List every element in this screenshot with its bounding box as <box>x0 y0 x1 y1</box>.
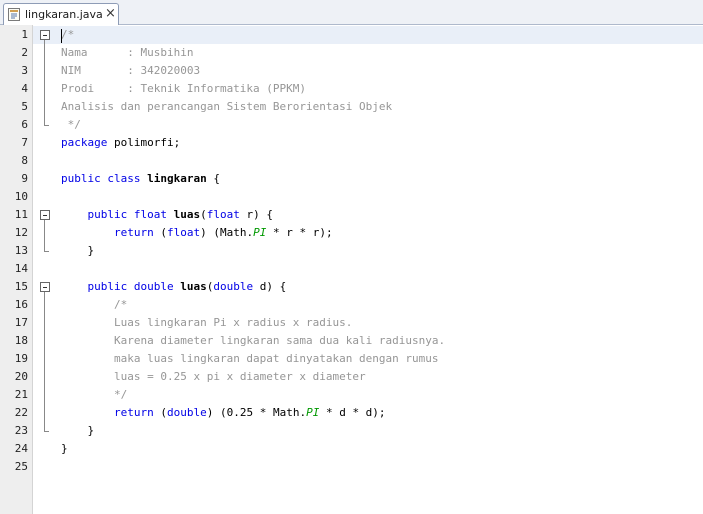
tab-filename: lingkaran.java <box>25 8 103 21</box>
fold-end-marker <box>44 431 49 432</box>
tab-lingkaran-java[interactable]: lingkaran.java × <box>3 3 119 25</box>
code-text: */ <box>113 388 128 401</box>
code-text: } <box>61 442 68 455</box>
line-number: 24 <box>14 442 28 455</box>
code-line[interactable]: 6 */ <box>21 116 703 134</box>
code-text: maka luas lingkaran dapat dinyatakan den… <box>113 352 439 365</box>
fold-guide-line <box>44 220 45 251</box>
line-number: 15 <box>14 280 28 293</box>
code-text: Luas lingkaran Pi x radius x radius. <box>113 316 353 329</box>
code-line[interactable]: 23 } <box>15 422 703 440</box>
code-line[interactable]: 14 <box>15 260 703 278</box>
line-number: 23 <box>14 424 28 437</box>
line-number: 16 <box>14 298 28 311</box>
code-line[interactable]: 24} <box>15 440 703 458</box>
line-number: 21 <box>14 388 28 401</box>
code-text: return (float) (Math.PI * r * r); <box>113 226 333 239</box>
line-number: 7 <box>21 136 28 149</box>
close-icon[interactable]: × <box>105 6 116 21</box>
code-text: package polimorfi; <box>61 136 181 149</box>
code-line[interactable]: 11 public float luas(float r) { <box>15 206 703 224</box>
code-line[interactable]: 15 public double luas(double d) { <box>15 278 703 296</box>
line-number: 25 <box>14 460 28 473</box>
line-number: 6 <box>21 118 28 131</box>
editor-tab-bar: lingkaran.java × <box>0 0 703 25</box>
code-text: return (double) (0.25 * Math.PI * d * d)… <box>113 406 386 419</box>
code-text: luas = 0.25 x pi x diameter x diameter <box>113 370 366 383</box>
fold-end-marker <box>44 251 49 252</box>
code-text: public double luas(double d) { <box>87 280 287 293</box>
line-number: 14 <box>14 262 28 275</box>
java-file-icon <box>8 8 20 21</box>
line-number: 18 <box>14 334 28 347</box>
code-line[interactable]: 20 luas = 0.25 x pi x diameter x diamete… <box>15 368 703 386</box>
text-caret <box>61 29 62 43</box>
code-line[interactable]: 18 Karena diameter lingkaran sama dua ka… <box>15 332 703 350</box>
code-line[interactable]: 10 <box>15 188 703 206</box>
line-number: 8 <box>21 154 28 167</box>
code-line[interactable]: 1 /* <box>21 26 703 44</box>
line-number: 19 <box>14 352 28 365</box>
code-line[interactable]: 3 NIM : 342020003 <box>21 62 703 80</box>
code-text: /* <box>113 298 128 311</box>
code-line[interactable]: 5 Analisis dan perancangan Sistem Berorie… <box>21 98 703 116</box>
line-number: 13 <box>14 244 28 257</box>
code-line[interactable]: 4 Prodi : Teknik Informatika (PPKM) <box>21 80 703 98</box>
line-number: 22 <box>14 406 28 419</box>
code-line[interactable]: 13 } <box>15 242 703 260</box>
code-text: NIM : 342020003 <box>61 64 201 77</box>
line-number: 12 <box>14 226 28 239</box>
code-text: Analisis dan perancangan Sistem Berorien… <box>61 100 393 113</box>
line-number: 20 <box>14 370 28 383</box>
code-text: } <box>61 244 95 257</box>
code-line[interactable]: 17 Luas lingkaran Pi x radius x radius. <box>15 314 703 332</box>
code-text: public float luas(float r) { <box>87 208 273 221</box>
code-text: /* <box>61 28 75 41</box>
code-editor[interactable]: 1 /* 2 Nama : Musbihin 3 NIM : 342020003 4 Prod… <box>15 25 703 514</box>
code-text: Karena diameter lingkaran sama dua kali … <box>113 334 446 347</box>
code-text: public class lingkaran { <box>61 172 220 185</box>
code-line[interactable]: 16 /* <box>15 296 703 314</box>
code-text: */ <box>61 118 81 131</box>
code-line[interactable]: 25 <box>15 458 703 476</box>
code-line[interactable]: 7 package polimorfi; <box>21 134 703 152</box>
line-number: 10 <box>14 190 28 203</box>
line-number: 5 <box>21 100 28 113</box>
code-line[interactable]: 19 maka luas lingkaran dapat dinyatakan … <box>15 350 703 368</box>
code-text: Prodi : Teknik Informatika (PPKM) <box>61 82 307 95</box>
code-line[interactable]: 12 return (float) (Math.PI * r * r); <box>15 224 703 242</box>
code-line[interactable]: 9 public class lingkaran { <box>21 170 703 188</box>
fold-end-marker <box>44 125 49 126</box>
fold-guide-line <box>44 40 45 125</box>
line-number: 9 <box>21 172 28 185</box>
line-number: 2 <box>21 46 28 59</box>
code-line[interactable]: 22 return (double) (0.25 * Math.PI * d *… <box>15 404 703 422</box>
line-number: 17 <box>14 316 28 329</box>
fold-collapse-icon[interactable] <box>40 30 50 40</box>
fold-collapse-icon[interactable] <box>40 210 50 220</box>
code-line[interactable]: 8 <box>21 152 703 170</box>
code-text: } <box>61 424 95 437</box>
line-number: 11 <box>14 208 28 221</box>
code-line[interactable]: 2 Nama : Musbihin <box>21 44 703 62</box>
line-number: 3 <box>21 64 28 77</box>
code-line[interactable]: 21 */ <box>15 386 703 404</box>
code-text: Nama : Musbihin <box>61 46 194 59</box>
fold-guide-line <box>44 292 45 431</box>
line-number: 1 <box>21 28 28 41</box>
line-number: 4 <box>21 82 28 95</box>
fold-collapse-icon[interactable] <box>40 282 50 292</box>
